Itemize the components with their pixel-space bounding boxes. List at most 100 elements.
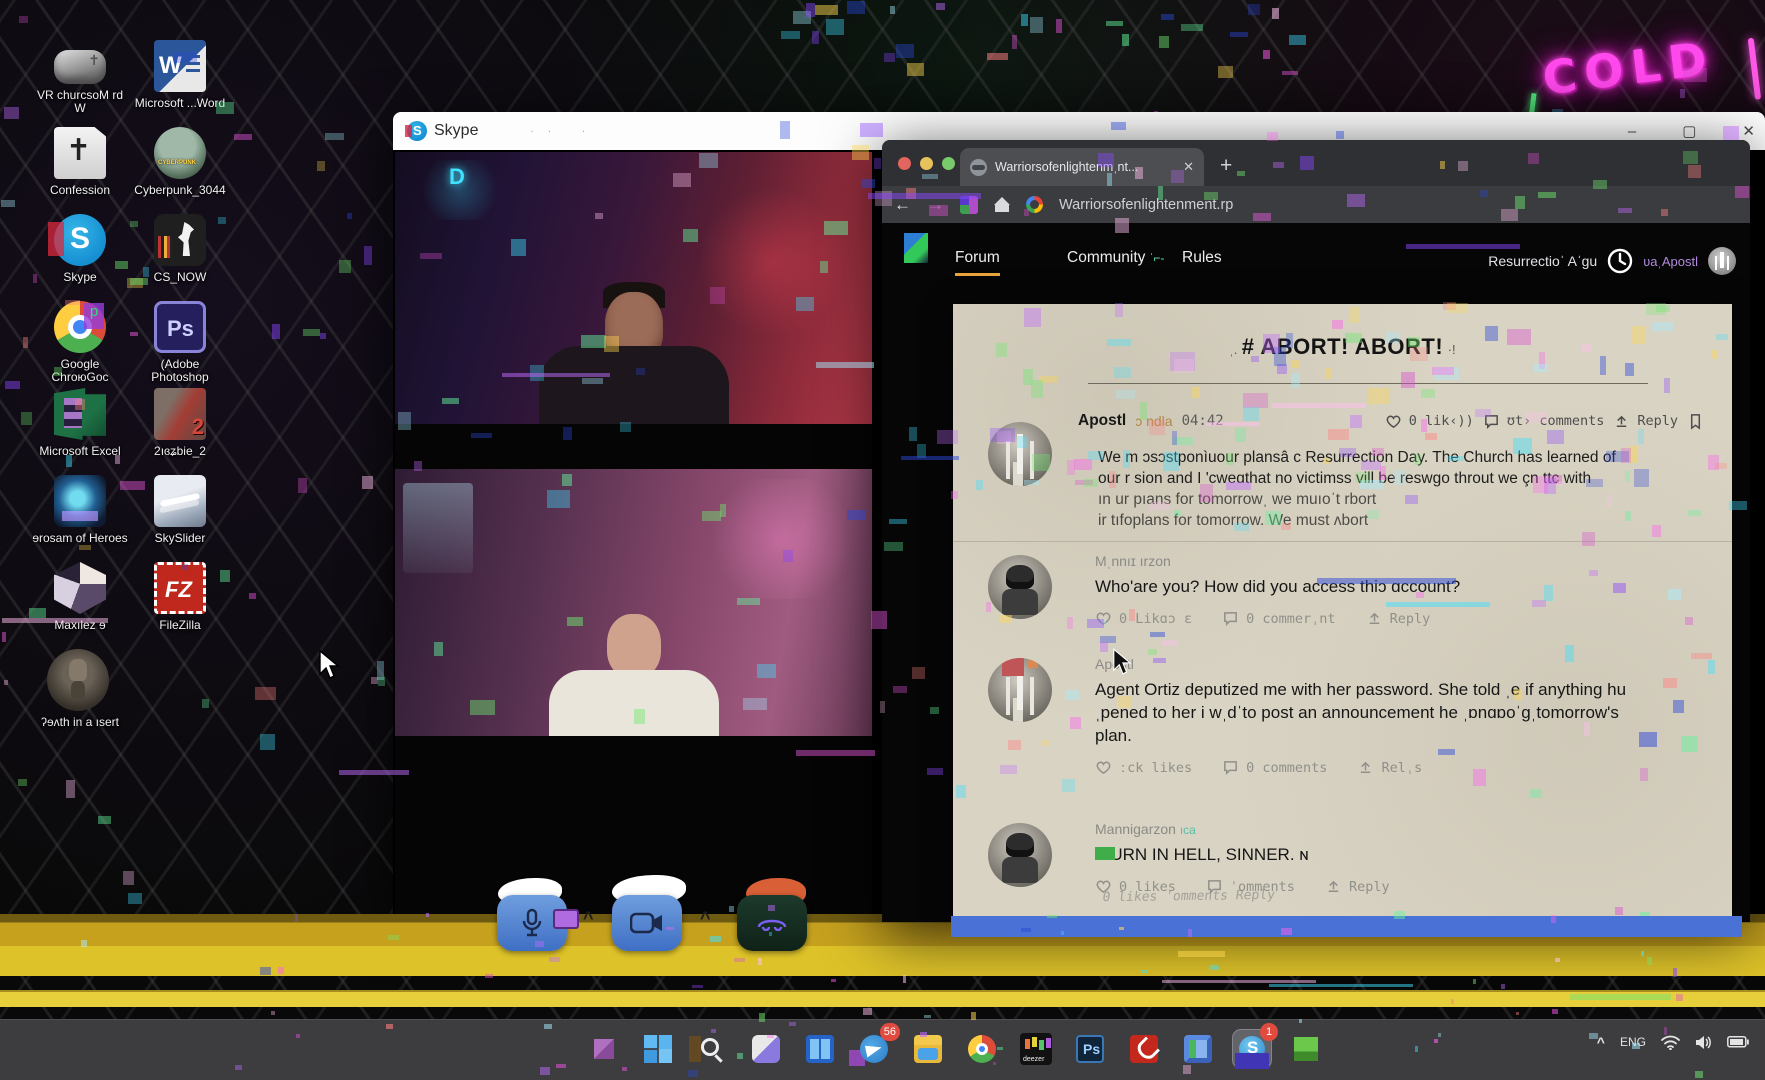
close-button[interactable]: ✕	[1742, 122, 1755, 140]
desktop-icon-label: Google ChroюGoc	[32, 358, 128, 384]
forward-button[interactable]: →	[927, 195, 944, 215]
neon-glow	[702, 182, 842, 342]
minimize-button[interactable]: –	[1628, 123, 1636, 140]
taskbar-icon-search[interactable]	[693, 1030, 731, 1068]
taskbar-icon-photoshop[interactable]	[1071, 1030, 1109, 1068]
desktop-icon-death[interactable]: ʔɘʌth in a ısert	[30, 649, 130, 736]
comment-comments-button[interactable]: 0 commerˌnt	[1222, 610, 1335, 627]
close-window-button[interactable]	[898, 157, 911, 170]
taskbar-icon-glitch-mini[interactable]	[585, 1030, 623, 1068]
comment-author[interactable]: Mˌnnıɪ ırzon	[1095, 553, 1702, 569]
desktop-icon-art	[154, 388, 206, 440]
nav-item-community[interactable]: Communityˈ⌐-	[1067, 249, 1164, 267]
like-button[interactable]: 0 lik‹))	[1385, 413, 1474, 430]
share-icon	[1613, 413, 1630, 430]
countdown-label: Resurrectioˈ Aˈgu	[1488, 253, 1597, 269]
user-avatar[interactable]	[1708, 247, 1736, 275]
desktop-icon-skype[interactable]: Skype	[30, 214, 130, 301]
comment-avatar[interactable]	[988, 823, 1052, 887]
taskbar-icon-widgets[interactable]	[801, 1030, 839, 1068]
address-bar[interactable]: Warriorsofenlightenment.rp	[1059, 197, 1233, 213]
desktop-icon-maxilize[interactable]: Maxılez ɘ	[30, 562, 130, 649]
taskbar-icon-art	[594, 1039, 614, 1059]
comment-author[interactable]: Mannigarzon ıca	[1095, 821, 1702, 837]
toggle-camera-button[interactable]	[612, 895, 682, 951]
back-button[interactable]: ←	[894, 195, 911, 215]
glitch-band-yellow-thin	[0, 990, 1765, 1007]
desktop-icon-csnow[interactable]: CS_NOW	[130, 214, 230, 301]
comments-button[interactable]: ʊt› comments	[1483, 413, 1605, 430]
reply-button[interactable]: Reply	[1613, 413, 1678, 430]
post-author[interactable]: Apostl	[1078, 412, 1126, 430]
new-tab-button[interactable]: +	[1220, 154, 1232, 178]
desktop-icon-skyslider[interactable]: SkySlider	[130, 475, 230, 562]
camera-options-chevron[interactable]: ^	[700, 908, 711, 929]
taskbar-icon-art	[968, 1035, 996, 1063]
maximize-button[interactable]: ▢	[1682, 122, 1696, 140]
browser-tab[interactable]: Warriorsofenlightenmˌnt... ✕	[960, 148, 1204, 186]
desktop-icon-filezilla[interactable]: FileZilla	[130, 562, 230, 649]
comment-avatar[interactable]	[988, 658, 1052, 722]
comment-like-button[interactable]: 0 Likɑɔ ɛ	[1095, 610, 1192, 627]
nav-item-rules[interactable]: Rules	[1182, 249, 1222, 267]
desktop-icon-zombie[interactable]: 2ıɞʑbie_2	[130, 388, 230, 475]
taskbar-icon-art	[806, 1035, 834, 1063]
glitch-duplicate-footer: 0 likes ˈomments Reply	[1101, 882, 1711, 905]
taskbar-icon-art	[1020, 1033, 1052, 1065]
post-body-line: ir tıfoplans for tomorrow. We must ʌbort	[1098, 510, 1650, 531]
reload-button[interactable]	[960, 196, 978, 214]
desktop-icon-vr[interactable]: VR churcsoM rd W	[30, 40, 130, 127]
tray-chevron[interactable]: ^	[1597, 1034, 1605, 1050]
browser-window: Warriorsofenlightenmˌnt... ✕ + ← → Warri…	[882, 140, 1750, 922]
taskbar-icon-green-glitch[interactable]	[1287, 1030, 1325, 1068]
tab-title: Warriorsofenlightenmˌnt...	[995, 160, 1138, 174]
comment-reply-button[interactable]: Relˌs	[1357, 759, 1422, 776]
comment-comments-button[interactable]: 0 comments	[1222, 759, 1327, 776]
tab-close-icon[interactable]: ✕	[1183, 159, 1194, 175]
taskbar-icon-telegram[interactable]: 56	[855, 1030, 893, 1068]
skype-window-title: Skype	[434, 122, 478, 140]
desktop-icon-label: FileZilla	[159, 619, 200, 632]
taskbar-icon-start[interactable]	[639, 1030, 677, 1068]
taskbar-icon-acrobat[interactable]	[1125, 1030, 1163, 1068]
taskbar-icon-explorer[interactable]	[909, 1030, 947, 1068]
taskbar-icon-taskview[interactable]	[747, 1030, 785, 1068]
mute-microphone-button[interactable]	[497, 895, 567, 951]
logged-in-user[interactable]: ʋaˌApostl	[1643, 254, 1698, 269]
desktop-icon-cyberpunk[interactable]: Cyberpunk_3044	[130, 127, 230, 214]
post-body: We m ɔsɔstponìuour plansâ c Resurrection…	[1098, 447, 1650, 531]
nav-item-forum[interactable]: Forum	[955, 249, 1000, 267]
volume-icon[interactable]	[1695, 1035, 1712, 1050]
comment-avatar[interactable]	[988, 555, 1052, 619]
taskbar-icon-chrome[interactable]	[963, 1030, 1001, 1068]
minimize-window-button[interactable]	[920, 157, 933, 170]
comment-footer: ːck likes 0 comments Relˌs	[1095, 759, 1702, 776]
bookmark-button[interactable]	[1687, 413, 1704, 430]
hang-up-button[interactable]	[737, 895, 807, 951]
desktop-icon-word[interactable]: Microsoft ...Word	[130, 40, 230, 127]
comment-reply-button[interactable]: Reply	[1366, 610, 1431, 627]
desktop-icon-confession[interactable]: Confession	[30, 127, 130, 214]
desktop-icon-chrome[interactable]: Google ChroюGoc	[30, 301, 130, 388]
battery-icon[interactable]	[1727, 1036, 1749, 1048]
site-logo[interactable]	[904, 233, 928, 263]
mic-options-chevron[interactable]: ^	[583, 908, 594, 929]
desktop-icon-excel[interactable]: Microsoft Excel	[30, 388, 130, 475]
home-button[interactable]	[994, 197, 1010, 213]
desktop-icon-heroes[interactable]: ɘrosam of Heroes	[30, 475, 130, 562]
desktop-icon-photoshop[interactable]: (Adobe Photoshop	[130, 301, 230, 388]
wifi-icon[interactable]	[1661, 1035, 1680, 1050]
taskbar-icon-movies[interactable]	[1179, 1030, 1217, 1068]
taskbar-icon-art	[914, 1035, 942, 1063]
post-author-avatar[interactable]	[988, 422, 1052, 486]
taskbar-icon-deezer[interactable]	[1017, 1030, 1055, 1068]
desktop-icons: VR churcsoM rd W Microsoft ...Word Confe…	[30, 40, 230, 736]
taskbar-icon-skype[interactable]: 1	[1233, 1030, 1271, 1068]
language-indicator[interactable]: ENG	[1620, 1035, 1646, 1049]
comment-like-button[interactable]: ːck likes	[1095, 759, 1192, 776]
taskbar: 56 1	[0, 1019, 1765, 1080]
zoom-window-button[interactable]	[942, 157, 955, 170]
taskbar-icons: 56 1	[585, 1030, 1325, 1068]
comment-author[interactable]: Apostl	[1095, 656, 1702, 672]
desktop-icon-label: Cyberpunk_3044	[134, 184, 225, 197]
